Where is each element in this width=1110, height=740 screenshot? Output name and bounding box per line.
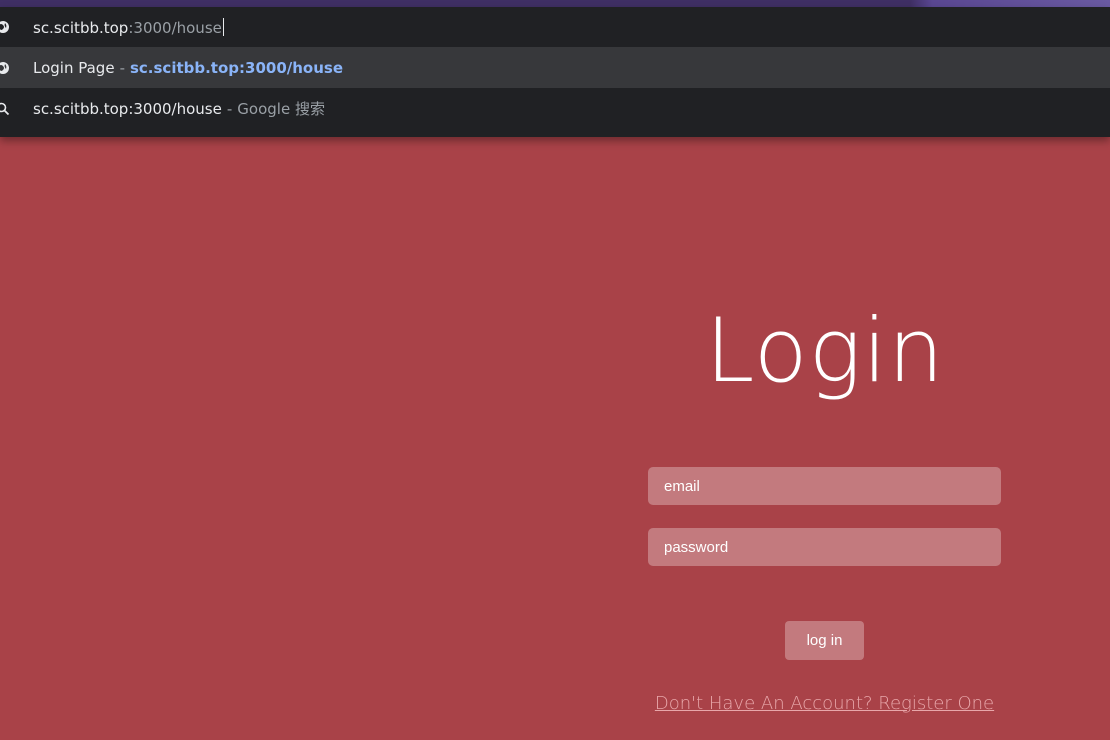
suggestion-query: sc.scitbb.top:3000/house xyxy=(33,100,222,118)
omnibox-suggestion-search[interactable]: sc.scitbb.top:3000/house - Google 搜索 xyxy=(0,88,1110,129)
omnibox-dropdown: sc.scitbb.top:3000/house Login Page - sc.s… xyxy=(0,7,1110,137)
suggestion-title: Login Page xyxy=(33,58,115,77)
omnibox-input-text[interactable]: sc.scitbb.top:3000/house xyxy=(33,17,224,37)
globe-icon xyxy=(0,20,10,34)
text-caret xyxy=(222,17,224,36)
omnibox-suggestion-history[interactable]: Login Page - sc.scitbb.top:3000/house xyxy=(0,47,1110,88)
browser-tab-strip xyxy=(0,0,1110,7)
omnibox-input-path: :3000/house xyxy=(128,18,222,37)
omnibox-input[interactable]: sc.scitbb.top:3000/house xyxy=(0,7,1110,47)
globe-icon xyxy=(0,61,10,75)
suggestion-url: sc.scitbb.top:3000/house xyxy=(129,58,344,77)
register-link[interactable]: Don't Have An Account? Register One xyxy=(618,693,1031,714)
suggestion-engine: Google 搜索 xyxy=(237,100,325,118)
email-field[interactable] xyxy=(648,467,1001,505)
page-title: Login xyxy=(705,299,945,402)
suggestion-separator: - xyxy=(226,100,233,118)
password-field[interactable] xyxy=(648,528,1001,566)
omnibox-input-host: sc.scitbb.top xyxy=(33,18,129,37)
search-icon xyxy=(0,102,10,116)
suggestion-separator: - xyxy=(119,58,125,77)
login-button[interactable]: log in xyxy=(785,621,864,660)
